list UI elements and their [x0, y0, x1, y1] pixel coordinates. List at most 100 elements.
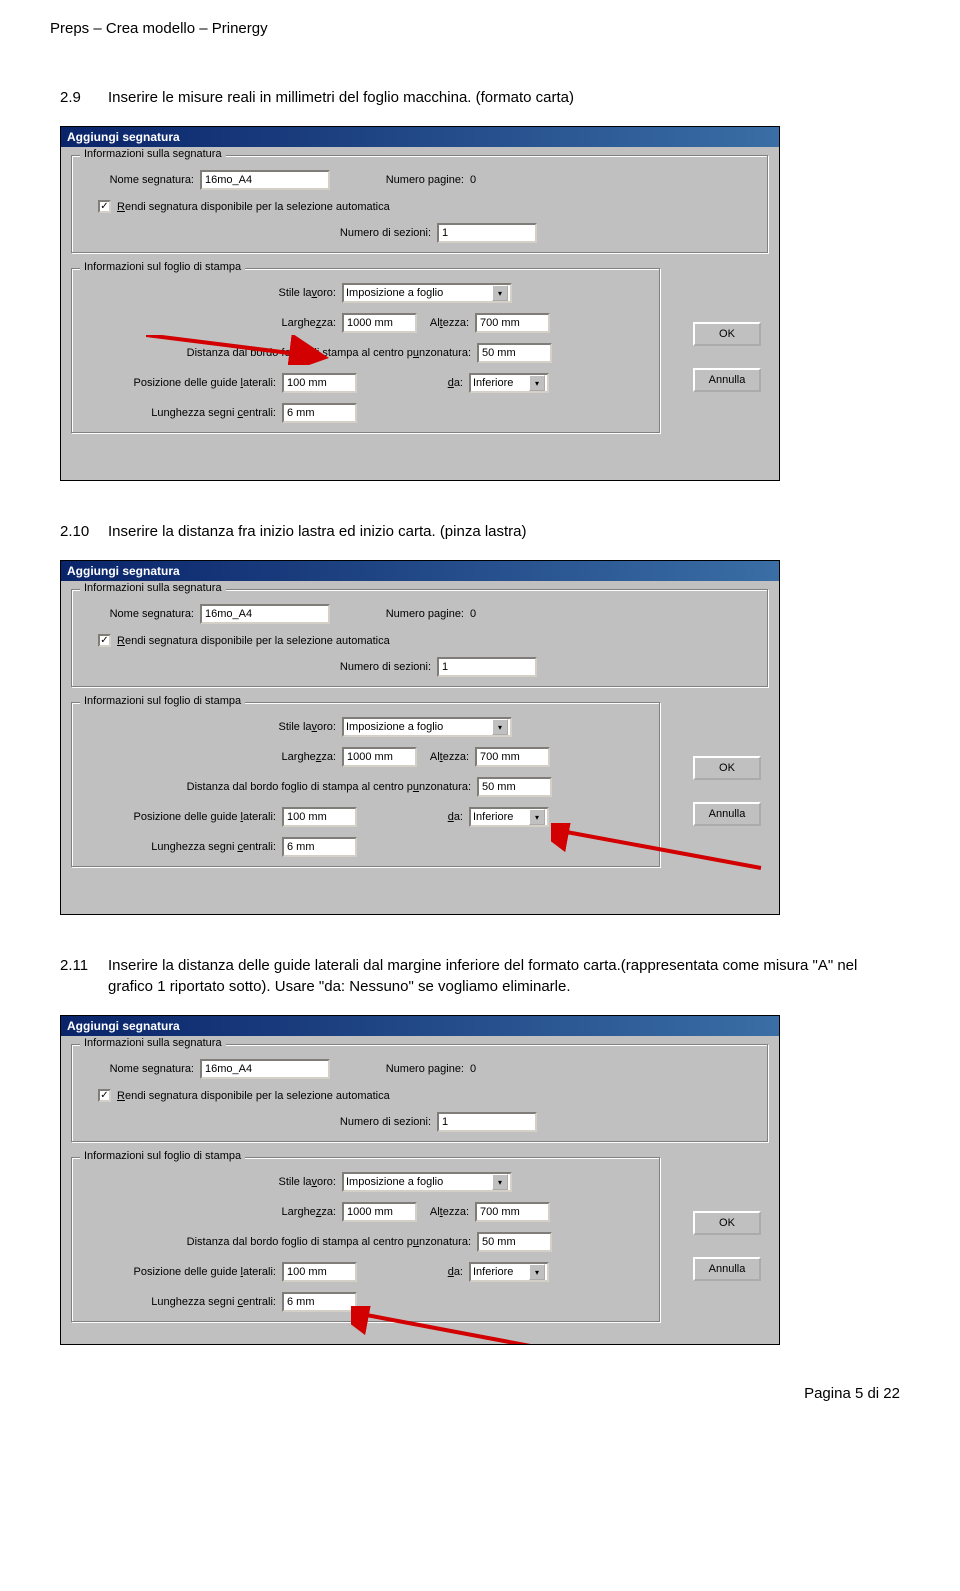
label-da: da:	[357, 377, 469, 389]
label-numero-pagine: Numero pagine:	[330, 174, 470, 186]
input-distanza-bordo[interactable]	[477, 343, 552, 363]
input-posizione-guide[interactable]	[282, 1262, 357, 1282]
input-numero-sezioni[interactable]	[437, 1112, 537, 1132]
value-numero-pagine: 0	[470, 1063, 476, 1075]
dropdown-stile-lavoro[interactable]: Imposizione a foglio	[342, 283, 512, 303]
input-nome-segnatura[interactable]	[200, 604, 330, 624]
groupbox-legend: Informazioni sulla segnatura	[80, 582, 226, 594]
label-nome-segnatura: Nome segnatura:	[82, 608, 200, 620]
value-numero-pagine: 0	[470, 174, 476, 186]
label-distanza-bordo: Distanza dal bordo foglio di stampa al c…	[82, 781, 477, 793]
dialog-titlebar: Aggiungi segnatura	[61, 1016, 779, 1036]
input-distanza-bordo[interactable]	[477, 1232, 552, 1252]
groupbox-legend: Informazioni sulla segnatura	[80, 148, 226, 160]
label-nome-segnatura: Nome segnatura:	[82, 1063, 200, 1075]
ok-button[interactable]: OK	[693, 322, 761, 346]
input-altezza[interactable]	[475, 313, 550, 333]
input-posizione-guide[interactable]	[282, 807, 357, 827]
ok-button[interactable]: OK	[693, 756, 761, 780]
label-da: da:	[357, 811, 469, 823]
label-larghezza: Larghezza:	[82, 1206, 342, 1218]
step-num: 2.10	[60, 521, 108, 542]
dropdown-stile-lavoro[interactable]: Imposizione a foglio	[342, 1172, 512, 1192]
input-numero-sezioni[interactable]	[437, 657, 537, 677]
dialog-aggiungi-segnatura-3: Aggiungi segnatura Informazioni sulla se…	[60, 1015, 780, 1345]
dialog-body: Informazioni sulla segnatura Nome segnat…	[61, 581, 779, 894]
dropdown-stile-lavoro-value: Imposizione a foglio	[346, 721, 443, 733]
dropdown-da[interactable]: Inferiore	[469, 807, 549, 827]
groupbox-legend-foglio: Informazioni sul foglio di stampa	[80, 261, 245, 273]
dropdown-da[interactable]: Inferiore	[469, 373, 549, 393]
input-lunghezza-segni[interactable]	[282, 403, 357, 423]
label-larghezza: Larghezza:	[82, 317, 342, 329]
dialog-body: Informazioni sulla segnatura Nome segnat…	[61, 1036, 779, 1345]
dialog-side-buttons: OK Annulla	[693, 1211, 761, 1281]
label-lunghezza-segni: Lunghezza segni centrali:	[82, 407, 282, 419]
label-lunghezza-segni: Lunghezza segni centrali:	[82, 1296, 282, 1308]
checkbox-rendi[interactable]: ✓	[98, 634, 111, 647]
dialog-titlebar: Aggiungi segnatura	[61, 127, 779, 147]
input-larghezza[interactable]	[342, 1202, 417, 1222]
label-lunghezza-segni: Lunghezza segni centrali:	[82, 841, 282, 853]
dialog-side-buttons: OK Annulla	[693, 322, 761, 392]
annulla-button[interactable]: Annulla	[693, 1257, 761, 1281]
ok-button[interactable]: OK	[693, 1211, 761, 1235]
label-numero-sezioni: Numero di sezioni:	[82, 661, 437, 673]
step-num: 2.9	[60, 87, 108, 108]
label-stile-lavoro: Stile lavoro:	[82, 1176, 342, 1188]
input-altezza[interactable]	[475, 747, 550, 767]
groupbox-info-segnatura: Informazioni sulla segnatura Nome segnat…	[71, 1044, 769, 1143]
groupbox-info-segnatura: Informazioni sulla segnatura Nome segnat…	[71, 155, 769, 254]
input-lunghezza-segni[interactable]	[282, 1292, 357, 1312]
value-numero-pagine: 0	[470, 608, 476, 620]
dropdown-da-value: Inferiore	[473, 811, 513, 823]
label-numero-sezioni: Numero di sezioni:	[82, 1116, 437, 1128]
step-text: Inserire le misure reali in millimetri d…	[108, 87, 900, 108]
dialog-aggiungi-segnatura-2: Aggiungi segnatura Informazioni sulla se…	[60, 560, 780, 915]
input-nome-segnatura[interactable]	[200, 1059, 330, 1079]
annulla-button[interactable]: Annulla	[693, 368, 761, 392]
dropdown-da-value: Inferiore	[473, 1266, 513, 1278]
groupbox-info-segnatura: Informazioni sulla segnatura Nome segnat…	[71, 589, 769, 688]
dropdown-stile-lavoro-value: Imposizione a foglio	[346, 287, 443, 299]
checkbox-rendi[interactable]: ✓	[98, 200, 111, 213]
page-footer: Pagina 5 di 22	[60, 1385, 900, 1402]
input-nome-segnatura[interactable]	[200, 170, 330, 190]
dropdown-stile-lavoro[interactable]: Imposizione a foglio	[342, 717, 512, 737]
label-rendi: Rendi segnatura disponibile per la selez…	[117, 1090, 390, 1102]
label-rendi: Rendi segnatura disponibile per la selez…	[117, 635, 390, 647]
step-num: 2.11	[60, 955, 108, 997]
annulla-button[interactable]: Annulla	[693, 802, 761, 826]
groupbox-legend-foglio: Informazioni sul foglio di stampa	[80, 1150, 245, 1162]
label-posizione-guide: Posizione delle guide laterali:	[82, 1266, 282, 1278]
input-larghezza[interactable]	[342, 313, 417, 333]
groupbox-info-foglio: Informazioni sul foglio di stampa Stile …	[71, 268, 661, 434]
label-altezza: Altezza:	[417, 751, 475, 763]
step-29: 2.9 Inserire le misure reali in millimet…	[60, 87, 900, 108]
label-numero-pagine: Numero pagine:	[330, 608, 470, 620]
groupbox-legend-foglio: Informazioni sul foglio di stampa	[80, 695, 245, 707]
input-numero-sezioni[interactable]	[437, 223, 537, 243]
label-distanza-bordo: Distanza dal bordo foglio di stampa al c…	[82, 347, 477, 359]
groupbox-legend: Informazioni sulla segnatura	[80, 1037, 226, 1049]
label-rendi: Rendi segnatura disponibile per la selez…	[117, 201, 390, 213]
dialog-side-buttons: OK Annulla	[693, 756, 761, 826]
groupbox-info-foglio: Informazioni sul foglio di stampa Stile …	[71, 1157, 661, 1323]
label-posizione-guide: Posizione delle guide laterali:	[82, 811, 282, 823]
input-posizione-guide[interactable]	[282, 373, 357, 393]
input-altezza[interactable]	[475, 1202, 550, 1222]
label-distanza-bordo: Distanza dal bordo foglio di stampa al c…	[82, 1236, 477, 1248]
checkbox-rendi[interactable]: ✓	[98, 1089, 111, 1102]
label-altezza: Altezza:	[417, 1206, 475, 1218]
step-210: 2.10 Inserire la distanza fra inizio las…	[60, 521, 900, 542]
dropdown-da-value: Inferiore	[473, 377, 513, 389]
dropdown-da[interactable]: Inferiore	[469, 1262, 549, 1282]
label-nome-segnatura: Nome segnatura:	[82, 174, 200, 186]
input-larghezza[interactable]	[342, 747, 417, 767]
step-211: 2.11 Inserire la distanza delle guide la…	[60, 955, 900, 997]
input-distanza-bordo[interactable]	[477, 777, 552, 797]
label-numero-pagine: Numero pagine:	[330, 1063, 470, 1075]
dropdown-stile-lavoro-value: Imposizione a foglio	[346, 1176, 443, 1188]
input-lunghezza-segni[interactable]	[282, 837, 357, 857]
label-numero-sezioni: Numero di sezioni:	[82, 227, 437, 239]
